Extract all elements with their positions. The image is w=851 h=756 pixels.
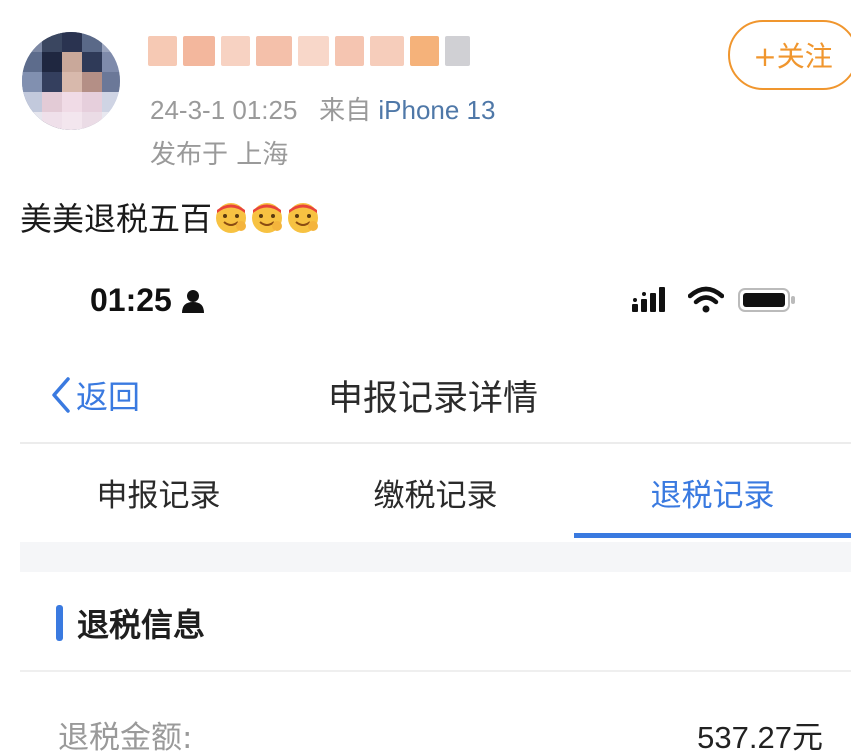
back-button-label: 返回 bbox=[76, 378, 141, 416]
follow-button[interactable]: +关注 bbox=[728, 20, 851, 90]
section-divider bbox=[20, 670, 851, 672]
section-accent-bar bbox=[56, 605, 63, 641]
status-bar-time: 01:25 bbox=[90, 282, 204, 319]
post-source-prefix: 来自 bbox=[319, 95, 372, 125]
post-meta: 24-3-1 01:25 来自 iPhone 13 bbox=[150, 90, 495, 127]
post-text-content: 美美退税五百 bbox=[20, 200, 213, 238]
status-time-text: 01:25 bbox=[90, 282, 172, 318]
status-bar-icons bbox=[632, 286, 796, 314]
happy-face-emoji bbox=[288, 203, 319, 233]
refund-amount-value: 537.27元 bbox=[697, 720, 823, 755]
back-button[interactable]: 返回 bbox=[50, 372, 140, 418]
section-title: 退税信息 bbox=[77, 606, 206, 644]
section-header: 退税信息 bbox=[56, 600, 205, 646]
username-pixelated[interactable] bbox=[148, 32, 470, 70]
tab-refund-records[interactable]: 退税记录 bbox=[574, 444, 851, 540]
post-timestamp: 24-3-1 01:25 bbox=[150, 95, 298, 125]
tab-declaration-records[interactable]: 申报记录 bbox=[20, 444, 297, 540]
page-title: 申报记录详情 bbox=[328, 379, 539, 419]
battery-icon bbox=[738, 288, 795, 312]
section-separator bbox=[20, 542, 851, 572]
post-text: 美美退税五百 bbox=[20, 194, 320, 240]
refund-amount-label: 退税金额: bbox=[58, 720, 193, 756]
post-location: 发布于 上海 bbox=[150, 140, 289, 170]
record-tabs: 申报记录 缴税记录 退税记录 bbox=[20, 444, 851, 540]
happy-face-emoji bbox=[216, 203, 247, 233]
chevron-left-icon bbox=[52, 377, 70, 413]
person-icon bbox=[181, 289, 204, 313]
wifi-icon bbox=[688, 286, 724, 313]
post-device-link[interactable]: iPhone 13 bbox=[378, 95, 495, 125]
user-avatar[interactable] bbox=[22, 32, 120, 130]
follow-button-label: +关注 bbox=[753, 40, 833, 73]
tab-tax-payment-records[interactable]: 缴税记录 bbox=[297, 444, 574, 540]
cellular-signal-icon bbox=[632, 287, 665, 312]
happy-face-emoji bbox=[252, 203, 283, 233]
